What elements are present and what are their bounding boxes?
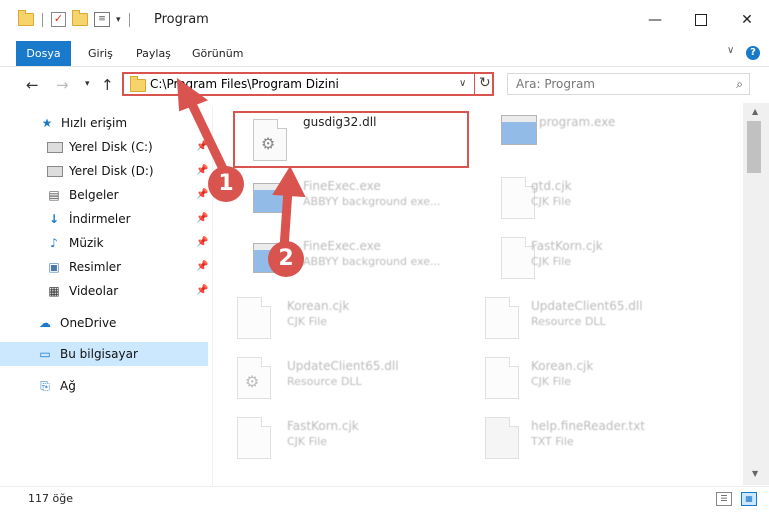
file-icon bbox=[485, 297, 519, 339]
sidebar-item-onedrive[interactable]: ☁ OneDrive bbox=[0, 311, 208, 335]
refresh-icon[interactable]: ↻ bbox=[479, 75, 491, 91]
navigation-pane: ★ Hızlı erişim Yerel Disk (C:) 📌 Yerel D… bbox=[0, 107, 212, 485]
window-title: Program bbox=[154, 12, 209, 27]
file-item[interactable]: Korean.cjk CJK File bbox=[465, 347, 705, 401]
forward-button[interactable]: → bbox=[56, 76, 69, 94]
folder-icon bbox=[18, 10, 34, 26]
pin-icon[interactable]: 📌 bbox=[196, 159, 208, 183]
title-bar: ✓ ≡ ▾ Program — ✕ bbox=[0, 0, 769, 40]
file-list: ⚙ gusdig32.dll program.exe FineExec.exe … bbox=[213, 103, 743, 485]
folder-icon bbox=[130, 76, 146, 92]
download-icon: ↓ bbox=[48, 212, 60, 226]
sidebar-item-music[interactable]: ♪ Müzik 📌 bbox=[0, 231, 208, 255]
separator bbox=[128, 12, 130, 27]
pin-icon[interactable]: 📌 bbox=[196, 135, 208, 159]
sidebar-item-documents[interactable]: ▤ Belgeler 📌 bbox=[0, 183, 208, 207]
exe-file-icon bbox=[253, 183, 289, 213]
vertical-scrollbar[interactable]: ▲ ▼ bbox=[743, 103, 769, 485]
star-icon: ★ bbox=[41, 116, 53, 130]
ribbon-tabs: Dosya Giriş Paylaş Görünüm ∨ ? bbox=[0, 41, 769, 67]
file-item[interactable]: program.exe bbox=[481, 105, 721, 159]
pin-icon[interactable]: 📌 bbox=[196, 255, 208, 279]
address-dropdown-icon[interactable]: ∨ bbox=[459, 78, 466, 89]
minimize-button[interactable]: — bbox=[632, 0, 678, 40]
computer-icon: ▭ bbox=[39, 347, 51, 361]
explorer-window: ✓ ≡ ▾ Program — ✕ Dosya Giriş Paylaş Gör… bbox=[0, 0, 769, 521]
pin-icon[interactable]: 📌 bbox=[196, 183, 208, 207]
item-count: 117 öğe bbox=[28, 492, 73, 505]
scrollbar-thumb[interactable] bbox=[747, 121, 761, 173]
gear-icon: ⚙ bbox=[245, 372, 260, 391]
scroll-down-icon[interactable]: ▼ bbox=[752, 469, 758, 478]
file-item[interactable]: Korean.cjk CJK File bbox=[217, 287, 457, 341]
file-item[interactable]: ⚙ UpdateClient65.dll Resource DLL bbox=[217, 347, 457, 401]
large-icons-view-icon[interactable]: ▦ bbox=[741, 492, 757, 506]
navigation-bar: ← → ▾ ↑ C:\Program Files\Program Dizini … bbox=[0, 67, 769, 103]
sidebar-item-local-disk-d[interactable]: Yerel Disk (D:) 📌 bbox=[0, 159, 208, 183]
documents-icon: ▤ bbox=[48, 188, 60, 202]
help-icon[interactable]: ? bbox=[746, 46, 760, 60]
sidebar-item-quick-access[interactable]: ★ Hızlı erişim bbox=[0, 111, 208, 135]
file-item[interactable]: UpdateClient65.dll Resource DLL bbox=[465, 287, 705, 341]
tab-home[interactable]: Giriş bbox=[88, 41, 113, 66]
file-icon bbox=[501, 237, 535, 279]
expand-ribbon-icon[interactable]: ∨ bbox=[727, 45, 734, 56]
step-badge-2: 2 bbox=[268, 241, 304, 277]
maximize-button[interactable] bbox=[678, 0, 724, 40]
separator bbox=[42, 12, 43, 27]
status-bar: 117 öğe ☰ ▦ bbox=[0, 486, 769, 511]
sidebar-item-local-disk-c[interactable]: Yerel Disk (C:) 📌 bbox=[0, 135, 208, 159]
back-button[interactable]: ← bbox=[26, 76, 39, 94]
properties-check-icon[interactable]: ✓ bbox=[51, 12, 66, 27]
address-path[interactable]: C:\Program Files\Program Dizini bbox=[150, 77, 339, 91]
file-item[interactable]: FastKorn.cjk CJK File bbox=[217, 407, 457, 461]
music-icon: ♪ bbox=[50, 236, 58, 250]
step-badge-1: 1 bbox=[208, 166, 244, 202]
sidebar-item-this-pc[interactable]: ▭ Bu bilgisayar bbox=[0, 342, 208, 366]
file-icon bbox=[237, 297, 271, 339]
videos-icon: ▦ bbox=[48, 284, 60, 298]
tab-share[interactable]: Paylaş bbox=[136, 41, 171, 66]
file-item[interactable]: gtd.cjk CJK File bbox=[481, 167, 721, 221]
cloud-icon: ☁ bbox=[39, 316, 51, 330]
pin-icon[interactable]: 📌 bbox=[196, 279, 208, 303]
tab-view[interactable]: Görünüm bbox=[192, 41, 243, 66]
file-item[interactable]: help.fineReader.txt TXT File bbox=[465, 407, 705, 461]
new-folder-icon[interactable] bbox=[72, 10, 88, 26]
text-file-icon bbox=[485, 417, 519, 459]
network-icon: ⎘ bbox=[40, 379, 50, 393]
pin-icon[interactable]: 📌 bbox=[196, 207, 208, 231]
search-input[interactable]: Ara: Program bbox=[516, 77, 595, 91]
close-button[interactable]: ✕ bbox=[724, 0, 769, 40]
sidebar-item-pictures[interactable]: ▣ Resimler 📌 bbox=[0, 255, 208, 279]
separator bbox=[474, 74, 475, 94]
file-item[interactable]: FastKorn.cjk CJK File bbox=[481, 227, 721, 281]
recent-locations-icon[interactable]: ▾ bbox=[85, 79, 90, 89]
pictures-icon: ▣ bbox=[48, 260, 60, 274]
file-icon bbox=[237, 417, 271, 459]
drive-icon bbox=[47, 142, 63, 153]
sidebar-item-videos[interactable]: ▦ Videolar 📌 bbox=[0, 279, 208, 303]
exe-file-icon bbox=[501, 115, 537, 145]
file-icon bbox=[485, 357, 519, 399]
dll-file-icon: ⚙ bbox=[237, 357, 271, 399]
up-button[interactable]: ↑ bbox=[101, 76, 114, 94]
sidebar-item-downloads[interactable]: ↓ İndirmeler 📌 bbox=[0, 207, 208, 231]
scroll-up-icon[interactable]: ▲ bbox=[752, 107, 758, 116]
address-bar[interactable]: C:\Program Files\Program Dizini ∨ ↻ bbox=[122, 72, 494, 96]
highlight-box bbox=[233, 111, 469, 168]
quick-access-toolbar: ✓ ≡ ▾ bbox=[18, 10, 132, 27]
drive-icon bbox=[47, 166, 63, 177]
search-icon[interactable]: ⌕ bbox=[736, 77, 743, 92]
tab-file[interactable]: Dosya bbox=[16, 41, 71, 66]
file-icon bbox=[501, 177, 535, 219]
customize-qat-icon[interactable]: ▾ bbox=[116, 15, 121, 25]
sidebar-item-network[interactable]: ⎘ Ağ bbox=[0, 374, 208, 398]
search-box[interactable]: Ara: Program ⌕ bbox=[507, 73, 750, 95]
pin-icon[interactable]: 📌 bbox=[196, 231, 208, 255]
properties-icon[interactable]: ≡ bbox=[94, 12, 110, 27]
details-view-icon[interactable]: ☰ bbox=[716, 492, 732, 506]
file-item[interactable]: FineExec.exe ABBYY background exe... bbox=[233, 167, 473, 221]
